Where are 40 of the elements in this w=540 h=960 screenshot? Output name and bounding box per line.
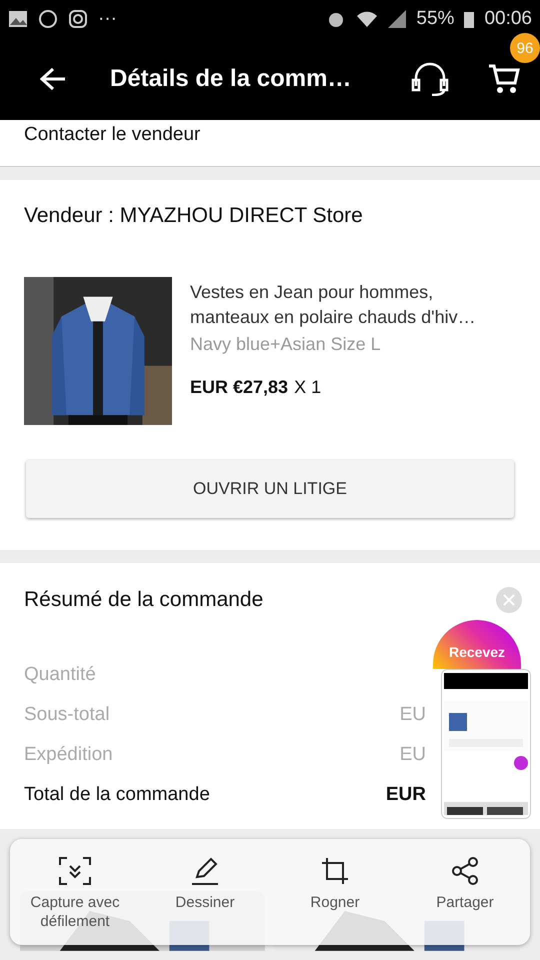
summary-value: EUR	[386, 784, 426, 806]
product-quantity: X 1	[294, 377, 322, 398]
battery-percent: 55%	[416, 8, 454, 30]
summary-value: EU	[400, 744, 426, 766]
summary-value: EU	[400, 704, 426, 726]
page-title: Détails de la comm…	[110, 65, 352, 93]
more-notifications: ···	[98, 8, 117, 30]
product-title[interactable]: Vestes en Jean pour hommes, manteaux en polaire chauds d'hiv…	[190, 280, 516, 330]
battery-icon	[464, 10, 474, 28]
close-icon	[503, 594, 515, 606]
wifi-icon	[356, 10, 378, 28]
toolbar-button[interactable]: Capture avec défilement	[10, 857, 140, 945]
cart-button[interactable]	[488, 63, 520, 95]
cart-count-badge: 96	[510, 33, 540, 63]
seller-name: Vendeur : MYAZHOU DIRECT Store	[24, 204, 364, 228]
toolbar-button[interactable]: Partager	[400, 857, 530, 945]
back-button[interactable]	[40, 67, 66, 91]
summary-label: Sous-total	[24, 704, 110, 726]
back-arrow-icon	[40, 67, 66, 91]
cart-icon	[488, 63, 520, 95]
open-dispute-button[interactable]: OUVRIR UN LITIGE	[26, 460, 514, 518]
pencil-icon	[191, 857, 219, 885]
camera-icon	[68, 9, 88, 29]
share-icon	[451, 857, 479, 885]
clock-time: 00:06	[484, 8, 532, 30]
toolbar-button[interactable]: Rogner	[270, 857, 400, 945]
contact-seller-link[interactable]: Contacter le vendeur	[0, 120, 540, 167]
scroll-capture-icon	[59, 857, 91, 885]
support-button[interactable]	[410, 62, 450, 96]
headset-icon	[410, 62, 450, 96]
image-icon	[8, 10, 28, 28]
product-variant: Navy blue+Asian Size L	[190, 334, 382, 355]
crop-icon	[321, 857, 349, 885]
summary-title: Résumé de la commande	[24, 588, 264, 612]
summary-label: Quantité	[24, 664, 96, 686]
summary-label: Total de la commande	[24, 784, 210, 806]
toolbar-button[interactable]: Dessiner	[140, 857, 270, 945]
summary-label: Expédition	[24, 744, 113, 766]
product-price: EUR €27,83	[190, 377, 288, 398]
signal-icon	[388, 10, 406, 28]
